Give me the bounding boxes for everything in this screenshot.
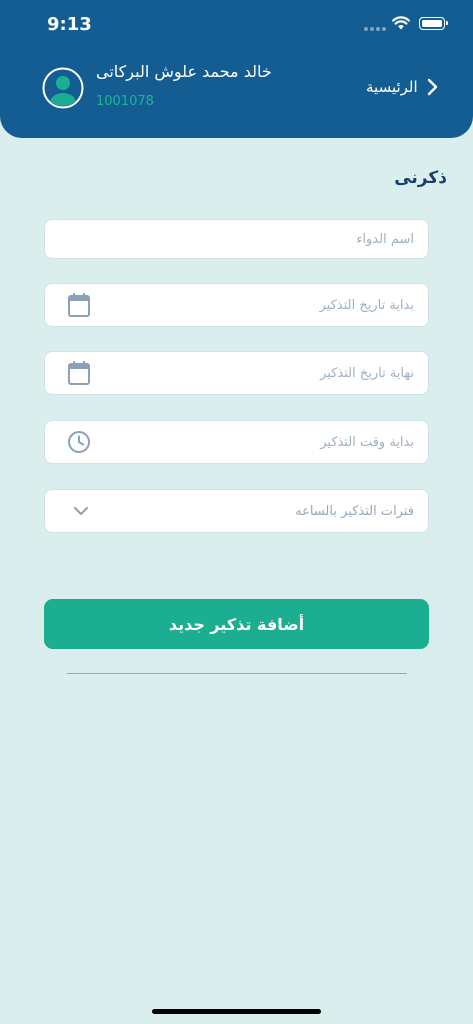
end-date-field[interactable] <box>44 351 429 395</box>
user-avatar-icon <box>42 67 84 109</box>
start-date-input[interactable] <box>154 284 414 326</box>
interval-select[interactable]: فترات التذكير بالساعه <box>44 489 429 533</box>
start-date-field[interactable] <box>44 283 429 327</box>
divider <box>67 673 407 674</box>
chevron-down-icon[interactable] <box>73 506 89 516</box>
end-date-input[interactable] <box>154 352 414 394</box>
calendar-icon[interactable] <box>67 360 91 386</box>
clock-icon[interactable] <box>67 430 91 454</box>
chevron-right-icon <box>427 78 437 96</box>
home-label: الرئيسية <box>366 78 418 96</box>
start-time-input[interactable] <box>154 421 414 463</box>
home-nav-button[interactable]: الرئيسية <box>366 77 440 97</box>
battery-icon <box>419 17 448 30</box>
interval-select-label: فترات التذكير بالساعه <box>295 503 414 519</box>
status-time: 9:13 <box>47 14 92 35</box>
medicine-name-input[interactable] <box>154 220 414 258</box>
wifi-icon <box>392 16 410 30</box>
status-bar: 9:13 <box>0 0 473 50</box>
home-indicator <box>152 1009 321 1014</box>
calendar-icon[interactable] <box>67 292 91 318</box>
add-reminder-button[interactable]: أضافة تذكير جديد <box>44 599 429 649</box>
medicine-name-field[interactable] <box>44 219 429 259</box>
header-bar: 9:13 خالد محمد علوش البركاتى 1001078 الر… <box>0 0 473 138</box>
page-title: ذكرنى <box>394 168 447 188</box>
start-time-field[interactable] <box>44 420 429 464</box>
signal-icon <box>364 27 386 31</box>
user-name: خالد محمد علوش البركاتى <box>96 62 272 81</box>
user-id: 1001078 <box>96 94 154 109</box>
